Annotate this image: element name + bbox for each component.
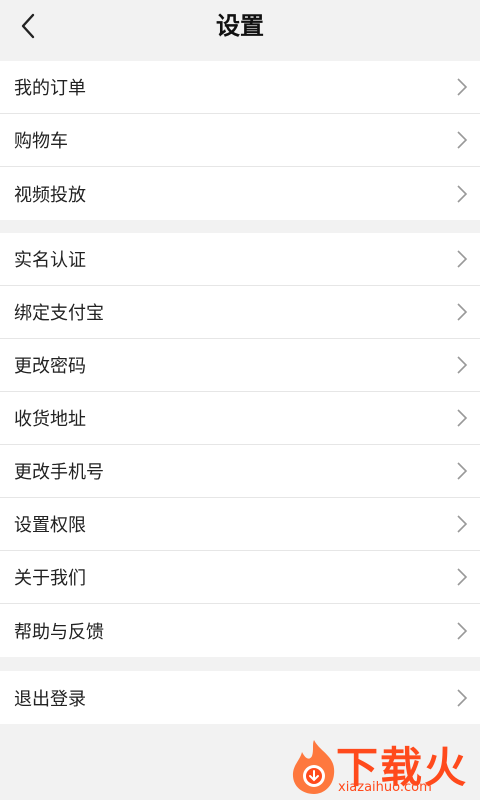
settings-group-orders: 我的订单 购物车 视频投放	[0, 61, 480, 220]
chevron-right-icon	[457, 462, 468, 480]
chevron-right-icon	[457, 621, 468, 640]
chevron-right-icon	[457, 688, 468, 707]
menu-item-label: 我的订单	[14, 78, 86, 99]
flame-logo-icon	[292, 740, 335, 794]
page-title: 设置	[216, 12, 264, 40]
menu-item-about-us[interactable]: 关于我们	[0, 551, 480, 604]
menu-item-change-password[interactable]: 更改密码	[0, 339, 480, 392]
chevron-right-icon	[457, 515, 468, 533]
watermark-logo: 下载火 xiazaihuo.com	[282, 734, 478, 800]
settings-group-logout: 退出登录	[0, 671, 480, 724]
chevron-right-icon	[457, 356, 468, 374]
chevron-right-icon	[457, 409, 468, 427]
menu-item-label: 退出登录	[14, 688, 86, 710]
chevron-right-icon	[457, 78, 468, 96]
menu-item-label: 收货地址	[14, 409, 86, 430]
menu-item-real-name-auth[interactable]: 实名认证	[0, 233, 480, 286]
menu-item-video-ads[interactable]: 视频投放	[0, 167, 480, 220]
menu-item-label: 更改手机号	[14, 462, 104, 483]
chevron-right-icon	[457, 184, 468, 203]
menu-item-label: 更改密码	[14, 356, 86, 377]
watermark-url: xiazaihuo.com	[338, 780, 432, 795]
menu-item-label: 帮助与反馈	[14, 621, 104, 643]
chevron-right-icon	[457, 131, 468, 149]
menu-item-label: 设置权限	[14, 515, 86, 536]
menu-item-label: 视频投放	[14, 184, 86, 206]
settings-group-account: 实名认证 绑定支付宝 更改密码 收货地址 更改手机号 设置权限 关于我们 帮助与…	[0, 233, 480, 657]
menu-item-label: 购物车	[14, 131, 68, 152]
chevron-right-icon	[457, 303, 468, 321]
menu-item-cart[interactable]: 购物车	[0, 114, 480, 167]
menu-item-label: 实名认证	[14, 250, 86, 271]
chevron-right-icon	[457, 250, 468, 268]
chevron-right-icon	[457, 568, 468, 586]
menu-item-shipping-address[interactable]: 收货地址	[0, 392, 480, 445]
menu-item-bind-alipay[interactable]: 绑定支付宝	[0, 286, 480, 339]
menu-item-change-phone[interactable]: 更改手机号	[0, 445, 480, 498]
menu-item-label: 关于我们	[14, 568, 86, 589]
menu-item-label: 绑定支付宝	[14, 303, 104, 324]
menu-item-my-orders[interactable]: 我的订单	[0, 61, 480, 114]
menu-item-help-feedback[interactable]: 帮助与反馈	[0, 604, 480, 657]
menu-item-permissions[interactable]: 设置权限	[0, 498, 480, 551]
menu-item-logout[interactable]: 退出登录	[0, 671, 480, 724]
top-bar: 设置	[0, 0, 480, 52]
